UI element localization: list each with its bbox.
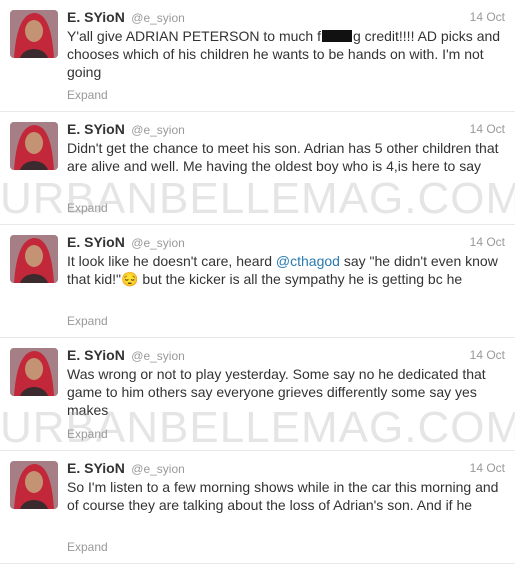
tweet-text-part: It look like he doesn't care, heard <box>67 253 276 269</box>
tweet-text: Was wrong or not to play yesterday. Some… <box>67 366 486 418</box>
fullname[interactable]: E. SYioN <box>67 121 125 137</box>
avatar[interactable] <box>10 235 58 283</box>
fullname[interactable]: E. SYioN <box>67 9 125 25</box>
timestamp[interactable]: 14 Oct <box>470 348 505 362</box>
timestamp[interactable]: 14 Oct <box>470 235 505 249</box>
expand-link[interactable]: Expand <box>67 88 108 102</box>
tweet-header: E. SYioN @e_syion 14 Oct <box>67 9 505 27</box>
tweet-text: Didn't get the chance to meet his son. A… <box>67 140 499 174</box>
tweet-header: E. SYioN @e_syion 14 Oct <box>67 347 505 365</box>
tweet[interactable]: E. SYioN @e_syion 14 Oct So I'm listen t… <box>0 451 515 564</box>
avatar[interactable] <box>10 461 58 509</box>
username[interactable]: @e_syion <box>131 123 185 137</box>
avatar[interactable] <box>10 348 58 396</box>
expand-link[interactable]: Expand <box>67 201 108 215</box>
tweet[interactable]: E. SYioN @e_syion 14 Oct Didn't get the … <box>0 112 515 225</box>
tweet-header: E. SYioN @e_syion 14 Oct <box>67 121 505 139</box>
avatar[interactable] <box>10 122 58 170</box>
censor-bar <box>321 30 352 42</box>
expand-link[interactable]: Expand <box>67 314 108 328</box>
timestamp[interactable]: 14 Oct <box>470 10 505 24</box>
timestamp[interactable]: 14 Oct <box>470 122 505 136</box>
tweet-header: E. SYioN @e_syion 14 Oct <box>67 460 505 478</box>
fullname[interactable]: E. SYioN <box>67 234 125 250</box>
tweet-header: E. SYioN @e_syion 14 Oct <box>67 234 505 252</box>
username[interactable]: @e_syion <box>131 11 185 25</box>
mention-link[interactable]: @cthagod <box>276 253 340 269</box>
expand-link[interactable]: Expand <box>67 427 108 441</box>
tweet-feed: E. SYioN @e_syion 14 Oct Y'all give ADRI… <box>0 0 515 564</box>
tweet-text: Y'all give ADRIAN PETERSON to much fg cr… <box>67 27 505 81</box>
fullname[interactable]: E. SYioN <box>67 347 125 363</box>
tweet[interactable]: E. SYioN @e_syion 14 Oct Was wrong or no… <box>0 338 515 451</box>
tweet-text: So I'm listen to a few morning shows whi… <box>67 479 499 513</box>
timestamp[interactable]: 14 Oct <box>470 461 505 475</box>
username[interactable]: @e_syion <box>131 236 185 250</box>
username[interactable]: @e_syion <box>131 462 185 476</box>
tweet[interactable]: E. SYioN @e_syion 14 Oct It look like he… <box>0 225 515 338</box>
expand-link[interactable]: Expand <box>67 540 108 554</box>
avatar[interactable] <box>10 10 58 58</box>
tweet-text: It look like he doesn't care, heard @cth… <box>67 252 505 288</box>
tweet-text-part: Y'all give ADRIAN PETERSON to much f <box>67 28 321 44</box>
username[interactable]: @e_syion <box>131 349 185 363</box>
tweet[interactable]: E. SYioN @e_syion 14 Oct Y'all give ADRI… <box>0 0 515 112</box>
fullname[interactable]: E. SYioN <box>67 460 125 476</box>
